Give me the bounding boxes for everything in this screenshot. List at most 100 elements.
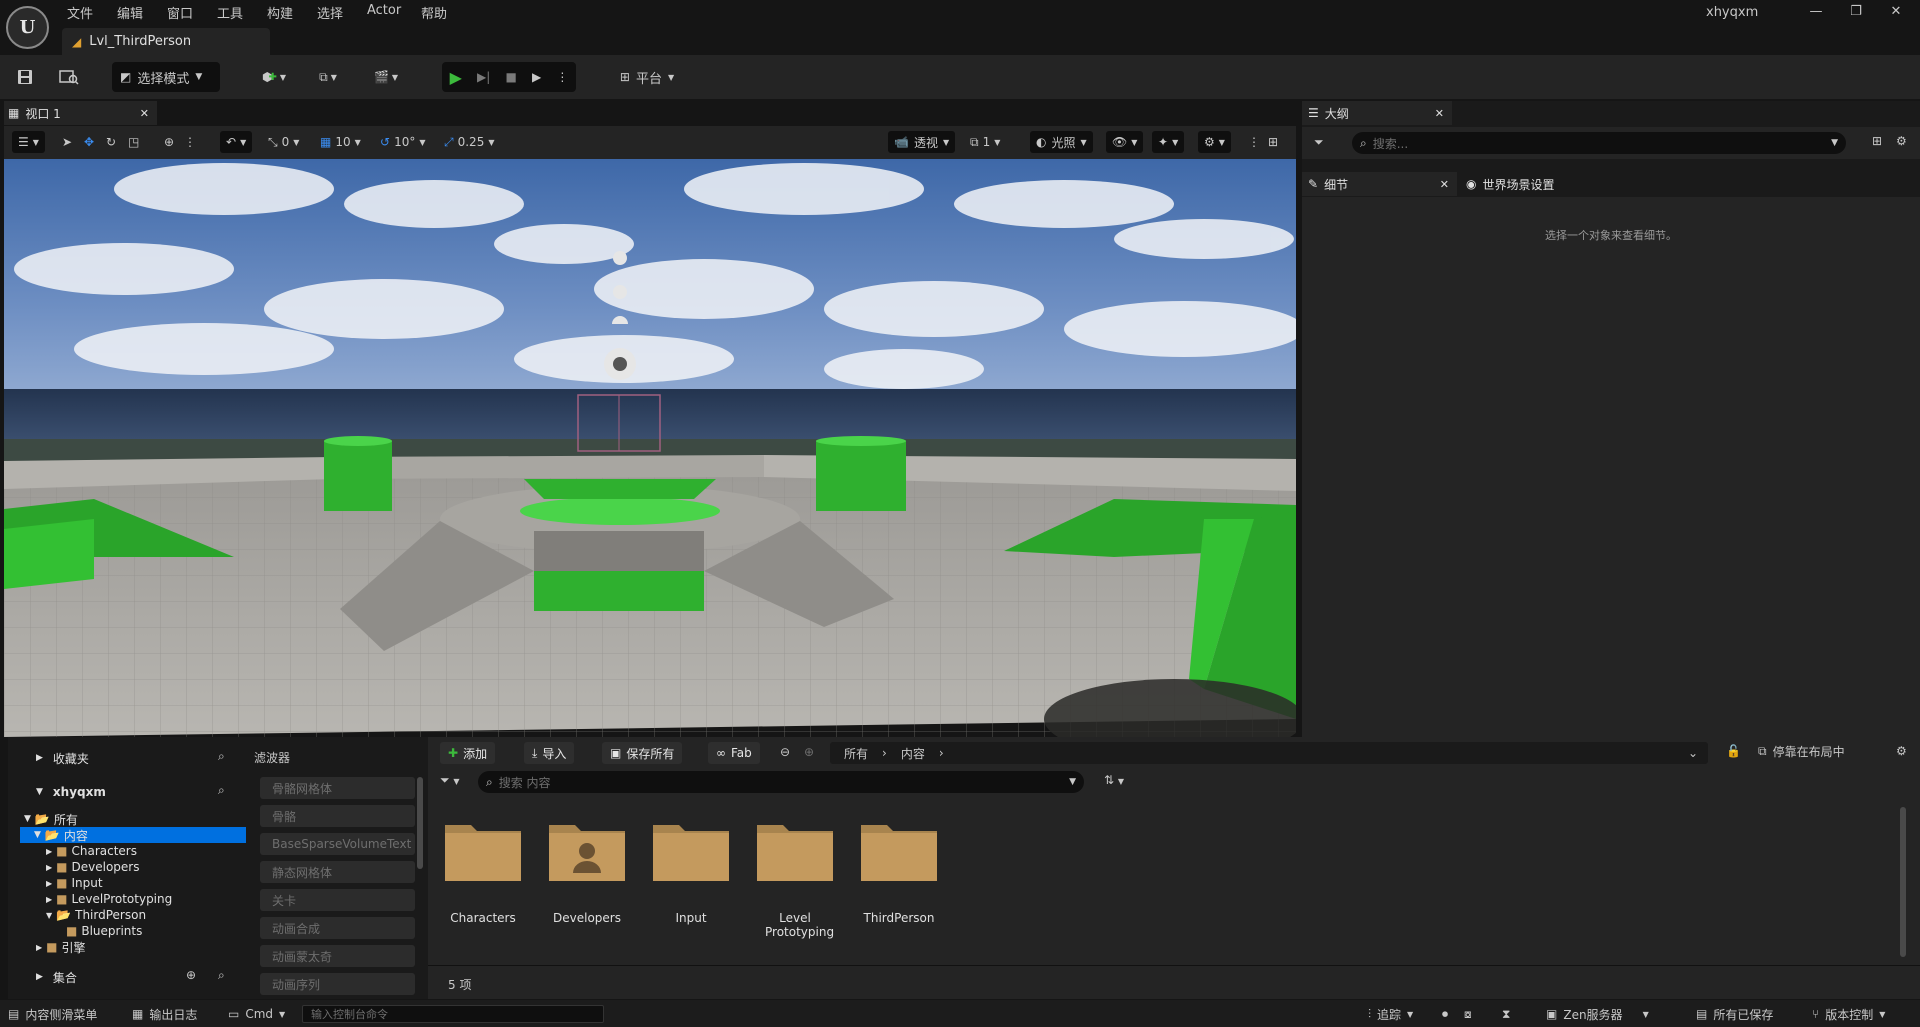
add-collection-icon[interactable]: ⊕: [186, 968, 196, 982]
back-icon[interactable]: ⊖: [780, 745, 790, 759]
tree-item-characters[interactable]: ▶ ■ Characters: [46, 843, 137, 859]
world-local-icon[interactable]: ⊕: [164, 131, 174, 153]
folder-item-developers[interactable]: Developers: [546, 821, 628, 925]
stop-icon[interactable]: ■: [505, 70, 516, 84]
more-options-icon[interactable]: ⋮: [556, 70, 568, 84]
tree-item-engine[interactable]: ▶ ■ 引擎: [36, 939, 86, 955]
blueprint-icon[interactable]: ⧉ ▼: [310, 62, 346, 92]
folder-item-characters[interactable]: Characters: [442, 821, 524, 925]
eject-icon[interactable]: ▶: [532, 70, 541, 84]
dock-in-layout-button[interactable]: ⧉ 停靠在布局中: [1758, 743, 1845, 760]
search-icon[interactable]: ⌕: [218, 968, 225, 983]
viewport-scene[interactable]: [4, 159, 1296, 737]
step-icon[interactable]: ▶|: [477, 70, 490, 84]
menu-build[interactable]: 构建: [267, 3, 293, 22]
camera-speed-button[interactable]: ⧉ 1 ▼: [970, 131, 1000, 153]
snap-rotation-button[interactable]: ⤡ 0 ▼: [268, 131, 299, 153]
cinematics-icon[interactable]: 🎬 ▼: [366, 62, 406, 92]
tree-item-input[interactable]: ▶ ■ Input: [46, 875, 103, 891]
grid-snap-button[interactable]: ▦ 10 ▼: [320, 131, 361, 153]
menu-help[interactable]: 帮助: [421, 3, 447, 22]
save-icon[interactable]: [12, 62, 38, 92]
forward-icon[interactable]: ⊕: [804, 745, 814, 759]
history-dropdown-icon[interactable]: ⌄: [1688, 746, 1698, 760]
tree-item-blueprints[interactable]: ■ Blueprints: [66, 923, 142, 939]
level-tab[interactable]: ◢ Lvl_ThirdPerson: [62, 28, 270, 55]
tree-item-thirdperson[interactable]: ▼ 📂 ThirdPerson: [46, 907, 146, 923]
chevron-right-icon[interactable]: ›: [939, 746, 944, 760]
world-settings-tab[interactable]: ◉ 世界场景设置: [1460, 172, 1610, 196]
filter-item[interactable]: 动画蒙太奇: [260, 945, 415, 967]
zen-server-button[interactable]: ▣ Zen服务器 ▼: [1546, 1005, 1649, 1023]
filter-icon[interactable]: ⏷: [1314, 135, 1324, 150]
scale-tool-icon[interactable]: ◳: [128, 131, 139, 153]
menu-select[interactable]: 选择: [317, 3, 343, 22]
content-drawer-button[interactable]: ▤ 内容侧滑菜单: [8, 1005, 97, 1023]
minimize-icon[interactable]: —: [1796, 0, 1836, 22]
sort-icon[interactable]: ⇅ ▼: [1104, 773, 1124, 787]
filter-item[interactable]: 动画序列: [260, 973, 415, 995]
content-search-input[interactable]: ⌕ 搜索 内容 ▼: [478, 771, 1084, 793]
settings-button[interactable]: ⚙ ▼: [1198, 131, 1231, 153]
fab-button[interactable]: ∞ Fab: [708, 742, 760, 764]
breadcrumb-item[interactable]: 内容: [901, 745, 925, 762]
favorites-header[interactable]: ▶ 收藏夹: [36, 750, 89, 766]
platform-button[interactable]: ⊞ 平台 ▼: [612, 62, 682, 92]
add-actor-icon[interactable]: ⬢ ✚ ▼: [256, 62, 292, 92]
scale-snap-button[interactable]: ⤢ 0.25 ▼: [444, 131, 494, 153]
mode-select[interactable]: ◩ 选择模式 ▼: [112, 62, 220, 92]
restore-icon[interactable]: ❐: [1836, 0, 1876, 22]
more-icon[interactable]: ⋮: [184, 131, 196, 153]
move-tool-icon[interactable]: ✥: [84, 131, 94, 153]
surface-snap-button[interactable]: ↶ ▼: [220, 131, 253, 153]
gear-icon[interactable]: ⚙: [1896, 744, 1907, 758]
add-folder-icon[interactable]: ⊞: [1872, 134, 1882, 148]
filter-icon[interactable]: ⏷ ▼: [440, 773, 460, 788]
show-button[interactable]: 👁 ▼: [1106, 131, 1144, 153]
unreal-logo-icon[interactable]: U: [6, 6, 49, 49]
cmd-dropdown[interactable]: ▭ Cmd ▼: [228, 1005, 285, 1023]
folder-item-input[interactable]: Input: [650, 821, 732, 925]
more-icon[interactable]: ⋮: [1248, 131, 1260, 153]
tree-item-content[interactable]: ▼ 📂 内容: [20, 827, 246, 843]
search-icon[interactable]: ⌕: [218, 783, 225, 798]
breadcrumb-item[interactable]: 所有: [844, 745, 868, 762]
rotation-snap-button[interactable]: ↺ 10° ▼: [380, 131, 426, 153]
hourglass-icon[interactable]: ⧗: [1502, 1005, 1510, 1023]
output-log-button[interactable]: ▦ 输出日志: [132, 1005, 197, 1023]
rotate-tool-icon[interactable]: ↻: [106, 131, 116, 153]
project-header[interactable]: ▼ xhyqxm: [36, 784, 106, 800]
assets-scrollbar[interactable]: [1900, 807, 1906, 957]
import-button[interactable]: ⤓ 导入: [524, 742, 575, 764]
lock-icon[interactable]: 🔓: [1726, 744, 1741, 758]
tree-item-levelprototyping[interactable]: ▶ ■ LevelPrototyping: [46, 891, 172, 907]
close-window-icon[interactable]: ✕: [1876, 0, 1916, 22]
content-browse-icon[interactable]: [56, 62, 82, 92]
outliner-search-input[interactable]: ⌕ 搜索... ▼: [1352, 132, 1846, 154]
close-icon[interactable]: ✕: [1440, 178, 1449, 191]
chevron-right-icon[interactable]: ›: [882, 746, 887, 760]
add-button[interactable]: ✚ 添加: [440, 742, 496, 764]
outliner-tab[interactable]: ☰ 大纲 ✕: [1302, 101, 1452, 125]
search-icon[interactable]: ⌕: [218, 749, 225, 764]
perspective-button[interactable]: 📹 透视 ▼: [888, 131, 956, 153]
select-tool-icon[interactable]: ➤: [62, 131, 72, 153]
filter-item[interactable]: 骨骼网格体: [260, 777, 415, 799]
menu-tools[interactable]: 工具: [217, 3, 243, 22]
filter-item[interactable]: 关卡: [260, 889, 415, 911]
menu-actor[interactable]: Actor: [367, 3, 401, 21]
folder-item-level-prototyping[interactable]: Level Prototyping: [754, 821, 836, 939]
close-icon[interactable]: ✕: [1435, 107, 1444, 120]
close-icon[interactable]: ✕: [140, 107, 149, 120]
folder-item-thirdperson[interactable]: ThirdPerson: [858, 821, 940, 925]
fx-button[interactable]: ✦ ▼: [1152, 131, 1185, 153]
source-control-button[interactable]: ⑂ 版本控制 ▼: [1812, 1005, 1885, 1023]
record-icon[interactable]: ⏺: [1442, 1005, 1448, 1023]
tree-item-all[interactable]: ▼ 📂 所有: [24, 811, 78, 827]
save-all-button[interactable]: ▣ 保存所有: [602, 742, 683, 764]
gear-icon[interactable]: ⚙: [1896, 134, 1907, 148]
save-status-button[interactable]: ▤ 所有已保存: [1696, 1005, 1773, 1023]
filter-item[interactable]: 静态网格体: [260, 861, 415, 883]
trace-button[interactable]: ⫶ 追踪 ▼: [1368, 1005, 1413, 1023]
filters-scrollbar[interactable]: [417, 777, 423, 869]
